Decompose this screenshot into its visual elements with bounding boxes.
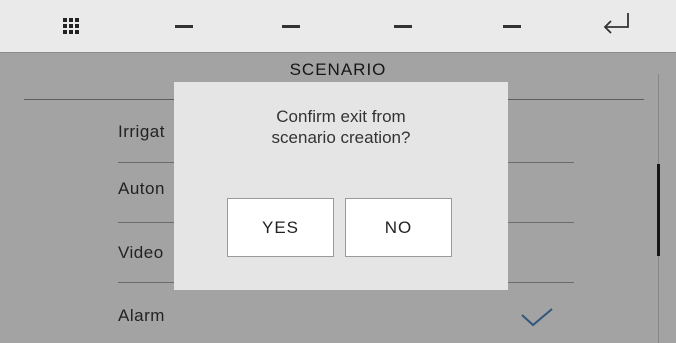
no-button[interactable]: NO: [345, 198, 452, 257]
grid-menu-icon[interactable]: [63, 18, 79, 34]
screen: SCENARIO Irrigat Auton Video Alarm Confi…: [0, 0, 676, 343]
dialog-message-line2: scenario creation?: [271, 128, 411, 147]
top-bar: [0, 0, 676, 53]
dash-icon[interactable]: [503, 25, 521, 28]
dialog-message: Confirm exit from scenario creation?: [174, 106, 508, 148]
dash-icon[interactable]: [394, 25, 412, 28]
yes-button[interactable]: YES: [227, 198, 334, 257]
confirm-dialog: Confirm exit from scenario creation? YES…: [174, 82, 508, 290]
dialog-message-line1: Confirm exit from: [276, 107, 406, 126]
dash-icon[interactable]: [175, 25, 193, 28]
back-arrow-icon[interactable]: [600, 10, 632, 38]
dash-icon[interactable]: [282, 25, 300, 28]
